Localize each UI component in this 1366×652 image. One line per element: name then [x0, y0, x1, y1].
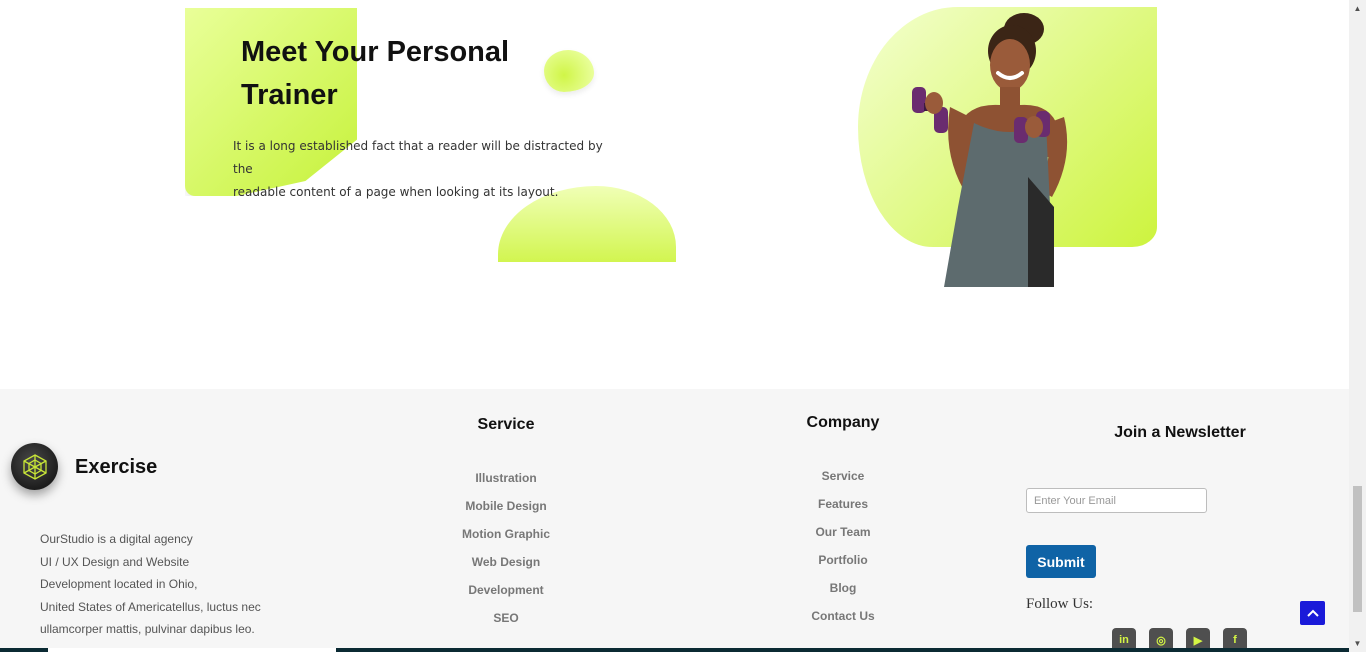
company-link-contact-us[interactable]: Contact Us — [783, 608, 903, 636]
service-link-seo[interactable]: SEO — [446, 610, 566, 638]
company-links: Service Features Our Team Portfolio Blog… — [783, 468, 903, 636]
bottom-bar — [0, 648, 1349, 652]
trainer-illustration — [912, 13, 1068, 287]
decorative-blob-small — [544, 50, 594, 92]
about-line: United States of Americatellus, luctus n… — [40, 599, 261, 614]
vertical-scrollbar[interactable]: ▲ ▼ — [1349, 0, 1366, 652]
service-links: Illustration Mobile Design Motion Graphi… — [446, 470, 566, 638]
newsletter-heading: Join a Newsletter — [1114, 424, 1246, 441]
company-link-blog[interactable]: Blog — [783, 580, 903, 608]
scroll-down-arrow-icon[interactable]: ▼ — [1349, 635, 1366, 652]
about-line: Development located in Ohio, — [40, 577, 198, 591]
trainer-section: Meet Your Personal Trainer It is a long … — [0, 0, 1349, 389]
company-link-our-team[interactable]: Our Team — [783, 524, 903, 552]
service-link-mobile-design[interactable]: Mobile Design — [446, 498, 566, 526]
email-input[interactable] — [1026, 488, 1207, 513]
about-line: UI / UX Design and Website — [40, 554, 190, 569]
hexagon-logo-icon — [22, 453, 47, 480]
about-line: ullamcorper mattis, pulvinar dapibus leo… — [40, 622, 255, 636]
submit-button[interactable]: Submit — [1026, 545, 1096, 578]
scroll-to-top-button[interactable] — [1300, 601, 1325, 625]
bottom-bar-segment — [48, 648, 336, 652]
service-link-development[interactable]: Development — [446, 582, 566, 610]
trainer-photo — [858, 7, 1158, 287]
brand-name[interactable]: Exercise — [75, 456, 157, 479]
company-link-service[interactable]: Service — [783, 468, 903, 496]
service-link-motion-graphic[interactable]: Motion Graphic — [446, 526, 566, 554]
description-line: It is a long established fact that a rea… — [233, 139, 603, 176]
service-heading: Service — [477, 416, 535, 433]
scrollbar-thumb[interactable] — [1353, 486, 1362, 612]
company-heading: Company — [806, 414, 880, 431]
follow-us-label: Follow Us: — [1026, 596, 1094, 612]
section-title: Meet Your Personal Trainer — [241, 36, 510, 111]
company-link-portfolio[interactable]: Portfolio — [783, 552, 903, 580]
service-link-illustration[interactable]: Illustration — [446, 470, 566, 498]
company-link-features[interactable]: Features — [783, 496, 903, 524]
description-line: readable content of a page when looking … — [233, 185, 559, 199]
page: Meet Your Personal Trainer It is a long … — [0, 0, 1366, 652]
brand-about: OurStudio is a digital agency UI / UX De… — [40, 528, 300, 641]
about-line: OurStudio is a digital agency — [40, 532, 193, 546]
section-description: It is a long established fact that a rea… — [233, 135, 613, 204]
service-link-web-design[interactable]: Web Design — [446, 554, 566, 582]
chevron-up-icon — [1306, 609, 1319, 617]
brand-logo[interactable] — [11, 443, 58, 490]
scroll-up-arrow-icon[interactable]: ▲ — [1349, 0, 1366, 17]
